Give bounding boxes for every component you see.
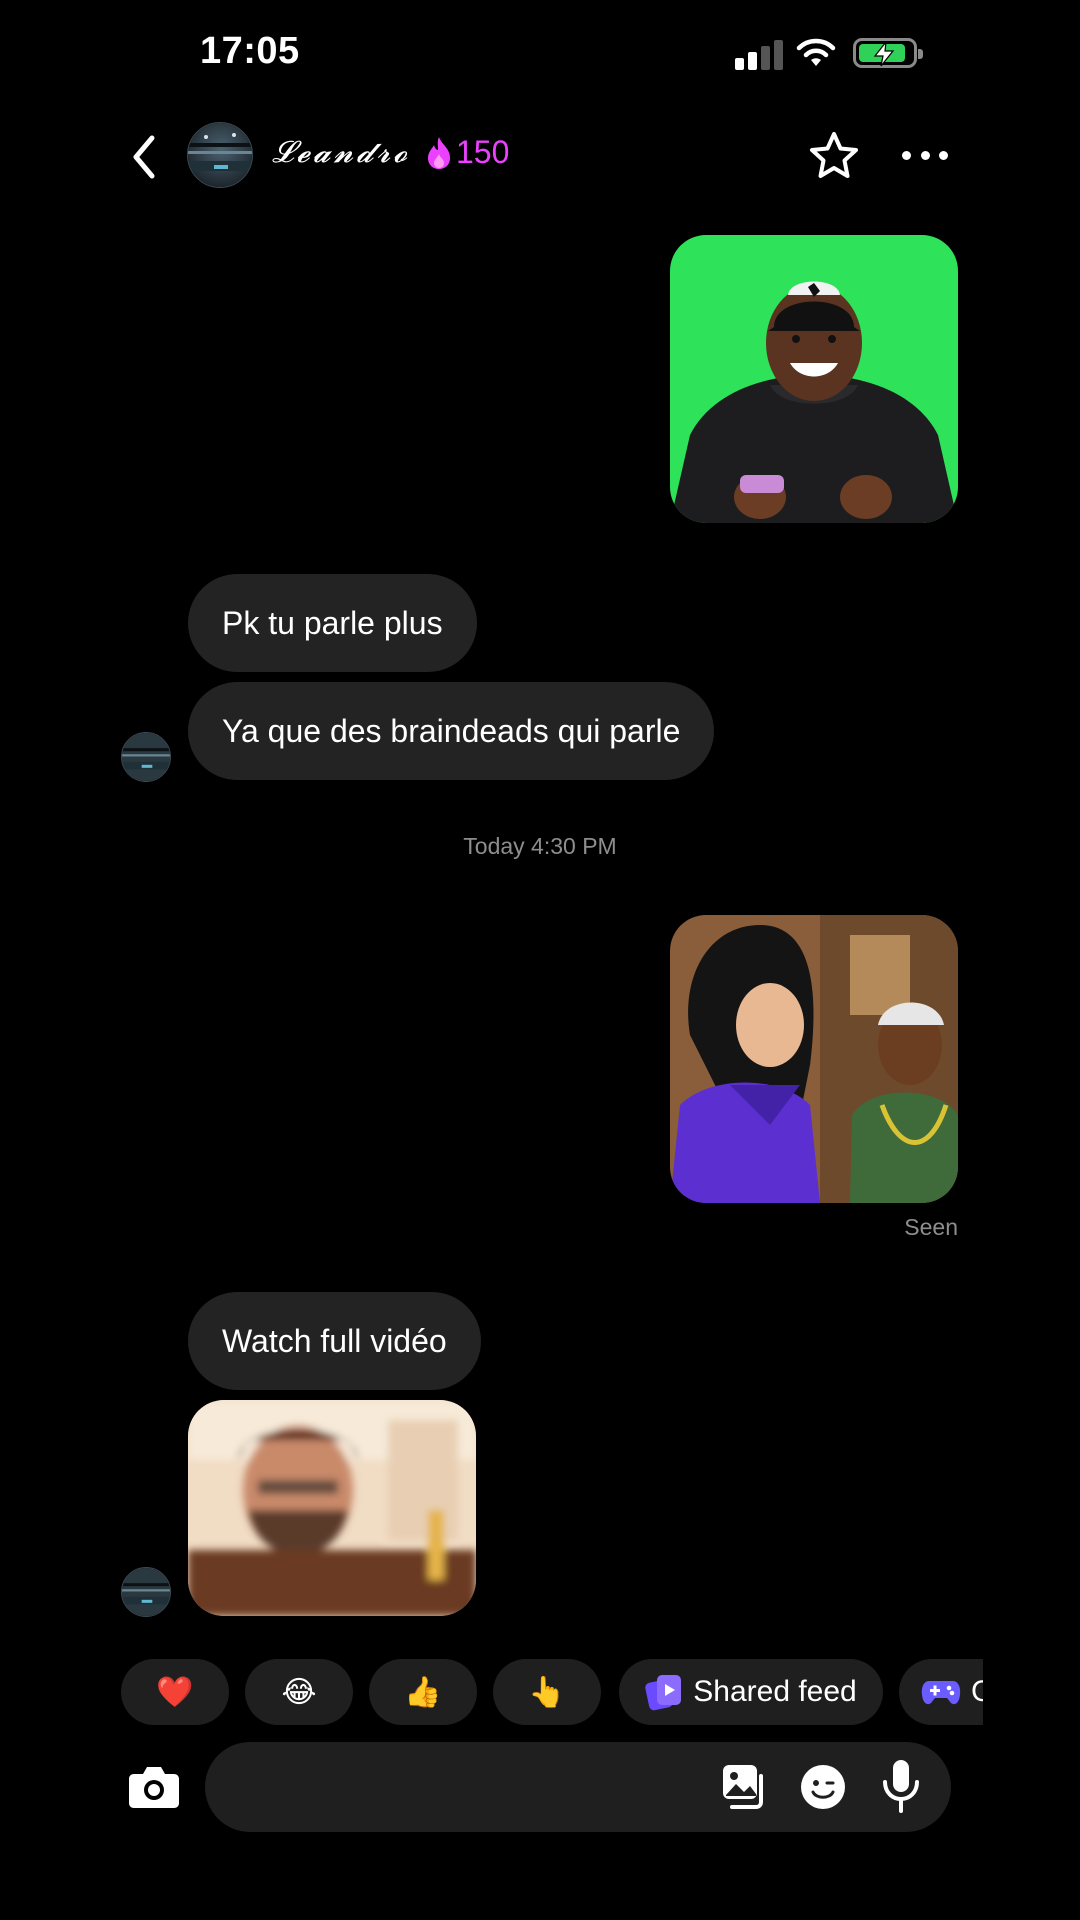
message-timestamp: Today 4:30 PM	[463, 833, 617, 859]
thumbs-up-icon: 👍	[404, 1675, 442, 1709]
pointing-up-icon: 👆	[528, 1675, 566, 1709]
contact-name[interactable]: 𝓛𝓮𝓪𝓷𝓭𝓻𝓸	[272, 135, 410, 170]
shared-feed-button[interactable]: Shared feed	[619, 1659, 883, 1725]
contact-avatar-small[interactable]	[121, 732, 171, 782]
contact-avatar[interactable]	[187, 122, 253, 188]
flame-icon	[428, 136, 450, 169]
outgoing-video-message[interactable]	[670, 235, 958, 523]
cellular-signal-icon	[735, 40, 783, 70]
contact-avatar-small[interactable]	[121, 1567, 171, 1617]
incoming-video-message[interactable]	[188, 1400, 476, 1616]
quick-reply-point-up[interactable]: 👆	[493, 1659, 601, 1725]
games-button[interactable]: G	[899, 1659, 983, 1725]
quick-reply-thumbs-up[interactable]: 👍	[369, 1659, 477, 1725]
camera-icon[interactable]	[128, 1762, 180, 1810]
heart-icon: ❤️	[156, 1675, 194, 1709]
shared-feed-icon	[645, 1675, 682, 1711]
seen-status: Seen	[904, 1214, 958, 1240]
sticker-icon[interactable]	[800, 1764, 846, 1810]
message-input[interactable]	[235, 1742, 685, 1832]
wifi-icon	[796, 38, 836, 66]
incoming-message-bubble[interactable]: Watch full vidéo	[188, 1292, 481, 1390]
streak-count: 150	[456, 134, 510, 170]
incoming-message-bubble[interactable]: Pk tu parle plus	[188, 574, 477, 672]
battery-charging-icon	[853, 38, 923, 68]
laughing-icon: 😂	[281, 1675, 317, 1709]
game-controller-icon	[921, 1681, 961, 1705]
star-outline-icon[interactable]	[808, 130, 860, 182]
outgoing-video-message[interactable]	[670, 915, 958, 1203]
streak-badge: 150	[424, 134, 509, 171]
quick-reply-bar: ❤️ 😂 👍 👆 Shared feed G	[121, 1659, 983, 1725]
back-button[interactable]	[126, 132, 162, 182]
status-time: 17:05	[200, 30, 300, 72]
quick-reply-laugh[interactable]: 😂	[245, 1659, 353, 1725]
more-horizontal-icon[interactable]	[902, 143, 948, 167]
quick-reply-heart[interactable]: ❤️	[121, 1659, 229, 1725]
gallery-icon[interactable]	[720, 1762, 768, 1810]
incoming-message-bubble[interactable]: Ya que des braindeads qui parle	[188, 682, 715, 780]
games-label: G	[971, 1675, 983, 1708]
microphone-icon[interactable]	[882, 1758, 920, 1814]
shared-feed-label: Shared feed	[693, 1675, 857, 1708]
